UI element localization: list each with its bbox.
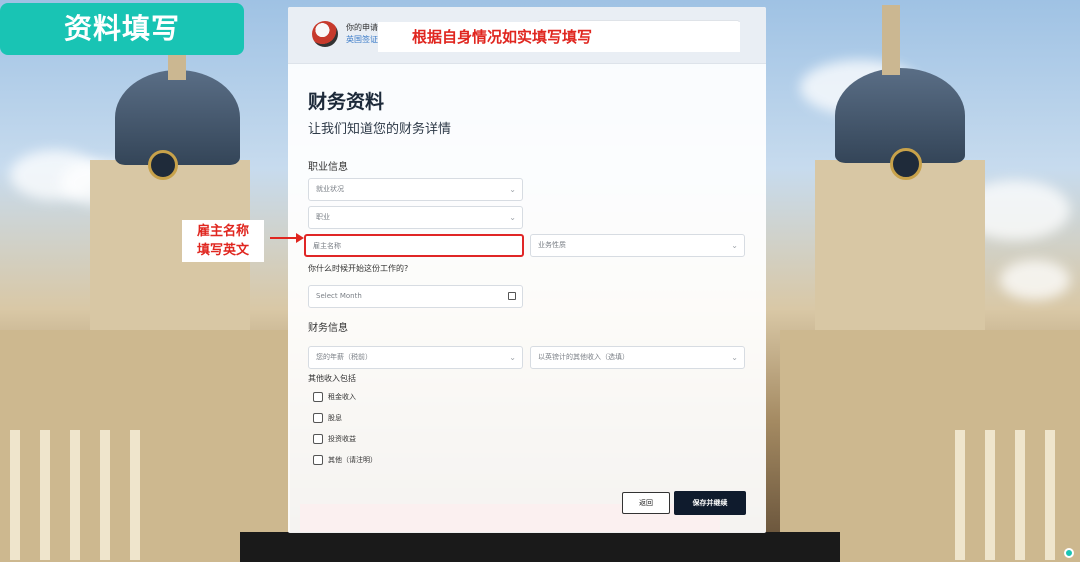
chevron-down-icon: ⌄ xyxy=(731,241,738,250)
chevron-down-icon: ⌄ xyxy=(509,213,516,222)
occupation-placeholder: 职业 xyxy=(316,213,330,221)
chevron-down-icon: ⌄ xyxy=(509,353,516,362)
avatar xyxy=(312,21,338,47)
checkbox[interactable] xyxy=(313,455,323,465)
page-title: 财务资料 xyxy=(308,91,385,113)
application-title: 你的申请 xyxy=(346,23,378,32)
option-label: 其他（请注明） xyxy=(328,456,377,464)
start-date-label: 你什么时候开始这份工作的? xyxy=(308,264,409,273)
employer-note-line2: 填写英文 xyxy=(196,243,249,258)
other-income-placeholder: 以英镑计的其他收入（选填） xyxy=(538,353,629,361)
employment-status-placeholder: 就业状况 xyxy=(316,185,344,193)
option-other[interactable]: 其他（请注明） xyxy=(313,455,377,465)
back-button[interactable]: 返回 xyxy=(622,492,670,514)
option-label: 投资收益 xyxy=(328,435,356,443)
option-label: 股息 xyxy=(328,414,342,422)
option-rental-income[interactable]: 租金收入 xyxy=(313,392,356,402)
occupation-section-title: 职业信息 xyxy=(308,162,348,173)
employer-name-input[interactable]: 雇主名称 xyxy=(304,234,524,257)
option-label: 租金收入 xyxy=(328,393,356,401)
checkbox[interactable] xyxy=(313,413,323,423)
business-nature-select[interactable]: 业务性质 ⌄ xyxy=(530,234,745,257)
employer-note-line1: 雇主名称 xyxy=(196,224,249,239)
finance-section-title: 财务信息 xyxy=(308,323,348,334)
annual-salary-placeholder: 您的年薪（税前） xyxy=(316,353,372,361)
other-income-select[interactable]: 以英镑计的其他收入（选填） ⌄ xyxy=(530,346,745,369)
option-investment-income[interactable]: 投资收益 xyxy=(313,434,356,444)
application-subtitle[interactable]: 英国签证 xyxy=(346,34,378,45)
page-subtitle: 让我们知道您的财务详情 xyxy=(308,122,452,137)
employer-note: 雇主名称 填写英文 xyxy=(182,220,264,262)
financial-form-panel: 你的申请 英国签证 ⌄ 财务资料 让我们知道您的财务详情 职业信息 就业状况 ⌄… xyxy=(288,7,766,533)
section-tag: 资料填写 xyxy=(0,3,244,55)
other-income-label: 其他收入包括 xyxy=(308,374,356,383)
corner-status-icon xyxy=(1064,548,1074,558)
occupation-select[interactable]: 职业 ⌄ xyxy=(308,206,523,229)
calendar-icon xyxy=(508,292,516,300)
annual-salary-select[interactable]: 您的年薪（税前） ⌄ xyxy=(308,346,523,369)
business-nature-placeholder: 业务性质 xyxy=(538,241,566,249)
checkbox[interactable] xyxy=(313,434,323,444)
option-dividends[interactable]: 股息 xyxy=(313,413,342,423)
instruction-banner-text: 根据自身情况如实填写填写 xyxy=(412,28,593,46)
arrow-head-icon xyxy=(296,233,304,243)
employer-name-placeholder: 雇主名称 xyxy=(313,242,341,250)
note-arrow xyxy=(270,237,298,239)
save-continue-button[interactable]: 保存并继续 xyxy=(674,491,746,515)
employment-status-select[interactable]: 就业状况 ⌄ xyxy=(308,178,523,201)
chevron-down-icon: ⌄ xyxy=(509,185,516,194)
checkbox[interactable] xyxy=(313,392,323,402)
start-month-picker[interactable]: Select Month xyxy=(308,285,523,308)
start-month-placeholder: Select Month xyxy=(316,292,362,300)
chevron-down-icon: ⌄ xyxy=(731,353,738,362)
